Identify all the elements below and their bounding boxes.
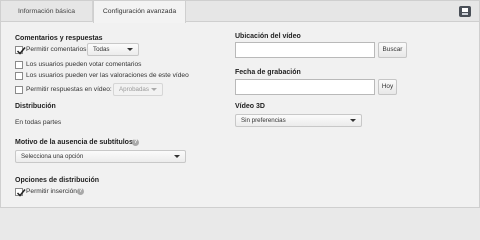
video-location-title: Ubicación del vídeo (235, 33, 301, 40)
distribution-value: En todas partes (15, 119, 62, 126)
video-replies-checkbox[interactable] (15, 86, 23, 94)
video-replies-label: Permitir respuestas en vídeo: (26, 86, 112, 93)
allow-embed-checkbox[interactable] (15, 188, 26, 197)
video-3d-title: Vídeo 3D (235, 103, 265, 110)
video-3d-value: Sin preferencias (241, 117, 286, 124)
view-ratings-checkbox[interactable] (15, 72, 23, 80)
recording-date-title: Fecha de grabación (235, 69, 301, 76)
chevron-down-icon (350, 119, 356, 122)
subtitles-reason-value: Selecciona una opción (21, 153, 84, 160)
chevron-down-icon (151, 88, 157, 91)
video-location-input[interactable] (235, 42, 375, 58)
video-replies-value: Aprobadas (119, 86, 149, 93)
comments-permission-value: Todas (93, 46, 110, 53)
comments-permission-select[interactable]: Todas (87, 43, 139, 56)
checkmark-icon (16, 189, 26, 197)
help-icon[interactable]: ? (132, 139, 139, 146)
allow-comments-checkbox[interactable] (15, 46, 26, 55)
allow-embed-label: Permitir inserción (26, 188, 77, 195)
vote-comments-label: Los usuarios pueden votar comentarios (26, 61, 142, 68)
view-ratings-label: Los usuarios pueden ver las valoraciones… (26, 72, 189, 79)
settings-panel: Información básica Configuración avanzad… (0, 0, 480, 208)
vote-comments-checkbox[interactable] (15, 61, 23, 69)
subtitles-reason-select[interactable]: Selecciona una opción (15, 150, 186, 163)
distribution-options-title: Opciones de distribución (15, 177, 100, 184)
tab-advanced-settings[interactable]: Configuración avanzada (93, 1, 186, 23)
video-replies-select[interactable]: Aprobadas (113, 83, 163, 96)
recording-date-input[interactable] (235, 79, 375, 95)
save-icon[interactable] (459, 6, 471, 17)
video-3d-select[interactable]: Sin preferencias (235, 114, 362, 127)
today-button[interactable]: Hoy (378, 79, 397, 95)
checkmark-icon (16, 47, 26, 55)
search-location-button[interactable]: Buscar (378, 42, 407, 58)
tab-bar: Información básica Configuración avanzad… (1, 1, 479, 23)
chevron-down-icon (174, 155, 180, 158)
subtitles-reason-title: Motivo de la ausencia de subtítulos (15, 139, 133, 146)
help-icon[interactable]: ? (77, 188, 84, 195)
allow-comments-label: Permitir comentarios (26, 46, 87, 53)
chevron-down-icon (127, 48, 133, 51)
distribution-title: Distribución (15, 103, 56, 110)
tab-basic-info[interactable]: Información básica (1, 1, 93, 22)
comments-section-title: Comentarios y respuestas (15, 35, 103, 42)
